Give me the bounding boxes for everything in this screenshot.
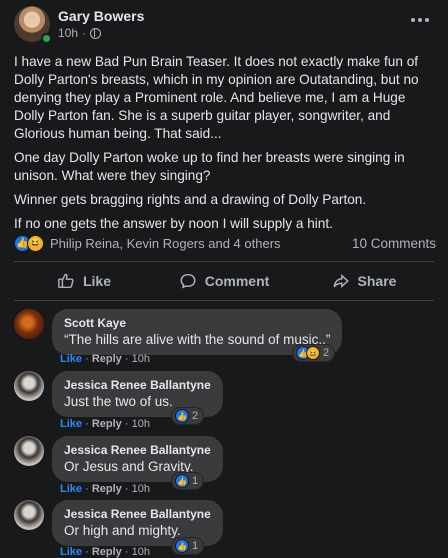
more-dot-icon <box>425 18 429 22</box>
separator: · <box>124 483 129 495</box>
commenter-name[interactable]: Jessica Renee Ballantyne <box>64 443 211 457</box>
more-dot-icon <box>418 18 422 22</box>
comment-reactions[interactable]: 👍 1 <box>171 537 205 555</box>
haha-reaction-icon[interactable]: 😆 <box>27 234 44 252</box>
commenter-name[interactable]: Scott Kaye <box>64 316 330 330</box>
comment-actions: Like · Reply · 10h <box>60 483 150 495</box>
comment-like-button[interactable]: Like <box>60 353 82 365</box>
thumbs-up-icon <box>58 273 74 289</box>
commenter-avatar[interactable] <box>14 371 44 401</box>
share-label: Share <box>357 273 397 289</box>
comment-like-button[interactable]: Like <box>60 418 82 430</box>
divider <box>14 261 434 262</box>
comment-actions: Like · Reply · 10h <box>60 546 150 558</box>
like-reaction-icon: 👍 <box>175 409 189 423</box>
more-dot-icon <box>411 18 415 22</box>
reactors-list[interactable]: Philip Reina, Kevin Rogers and 4 others <box>50 236 281 251</box>
more-options-button[interactable] <box>406 12 434 28</box>
comment-reply-button[interactable]: Reply <box>92 483 122 495</box>
like-label: Like <box>82 273 111 289</box>
comment-like-button[interactable]: Like <box>60 546 82 558</box>
separator: · <box>85 483 89 495</box>
comment-button[interactable]: Comment <box>154 266 294 296</box>
post-paragraph: I have a new Bad Pun Brain Teaser. It do… <box>14 54 419 141</box>
comment-reactions[interactable]: 👍 😆 2 <box>292 344 336 362</box>
haha-reaction-icon: 😆 <box>306 346 320 360</box>
comment-reply-button[interactable]: Reply <box>92 353 122 365</box>
comment-reactions[interactable]: 👍 2 <box>171 407 205 425</box>
reactions-summary: 👍 😆 Philip Reina, Kevin Rogers and 4 oth… <box>14 233 436 253</box>
comment-label: Comment <box>204 273 270 289</box>
divider <box>14 300 434 301</box>
comment-like-button[interactable]: Like <box>60 483 82 495</box>
post-body: I have a new Bad Pun Brain Teaser. It do… <box>14 53 436 239</box>
commenter-avatar[interactable] <box>14 309 44 339</box>
reaction-count: 2 <box>192 410 199 422</box>
share-icon <box>333 273 349 289</box>
globe-icon <box>90 27 102 39</box>
post-paragraph: If no one gets the answer by noon I will… <box>14 216 333 231</box>
comment-reply-button[interactable]: Reply <box>92 418 122 430</box>
commenter-name[interactable]: Jessica Renee Ballantyne <box>64 507 211 521</box>
reaction-count: 2 <box>323 347 330 359</box>
separator: · <box>124 546 129 558</box>
online-status-dot <box>41 33 52 44</box>
comment-reply-button[interactable]: Reply <box>92 546 122 558</box>
post-paragraph: One day Dolly Parton woke up to find her… <box>14 150 405 183</box>
comment-text: “The hills are alive with the sound of m… <box>64 332 331 347</box>
like-button[interactable]: Like <box>14 266 154 296</box>
separator: · <box>124 353 129 365</box>
comment-text: Or high and mighty. <box>64 523 181 538</box>
share-button[interactable]: Share <box>294 266 434 296</box>
commenter-avatar[interactable] <box>14 500 44 530</box>
separator: · <box>85 353 89 365</box>
comment-actions: Like · Reply · 10h <box>60 418 150 430</box>
separator: · <box>124 418 129 430</box>
comment-time[interactable]: 10h <box>132 483 150 495</box>
like-reaction-icon: 👍 <box>175 539 189 553</box>
reaction-count: 1 <box>192 540 199 552</box>
post-action-bar: Like Comment Share <box>14 266 434 296</box>
separator: · <box>85 546 89 558</box>
comment-icon <box>180 273 196 289</box>
post-time[interactable]: 10h <box>58 26 78 40</box>
comment-time[interactable]: 10h <box>132 546 150 558</box>
comment-reactions[interactable]: 👍 1 <box>171 472 205 490</box>
like-reaction-icon: 👍 <box>175 474 189 488</box>
post-paragraph: Winner gets bragging rights and a drawin… <box>14 192 367 207</box>
author-name[interactable]: Gary Bowers <box>58 8 144 24</box>
post-header: Gary Bowers 10h · <box>14 6 434 46</box>
comment-time[interactable]: 10h <box>132 418 150 430</box>
reaction-count: 1 <box>192 475 199 487</box>
separator: · <box>85 418 89 430</box>
comment-time[interactable]: 10h <box>132 353 150 365</box>
commenter-avatar[interactable] <box>14 436 44 466</box>
meta-separator: · <box>82 26 87 40</box>
comments-count[interactable]: 10 Comments <box>352 236 436 251</box>
commenter-name[interactable]: Jessica Renee Ballantyne <box>64 378 211 392</box>
post-meta: 10h · <box>58 26 102 40</box>
comment-actions: Like · Reply · 10h <box>60 353 150 365</box>
